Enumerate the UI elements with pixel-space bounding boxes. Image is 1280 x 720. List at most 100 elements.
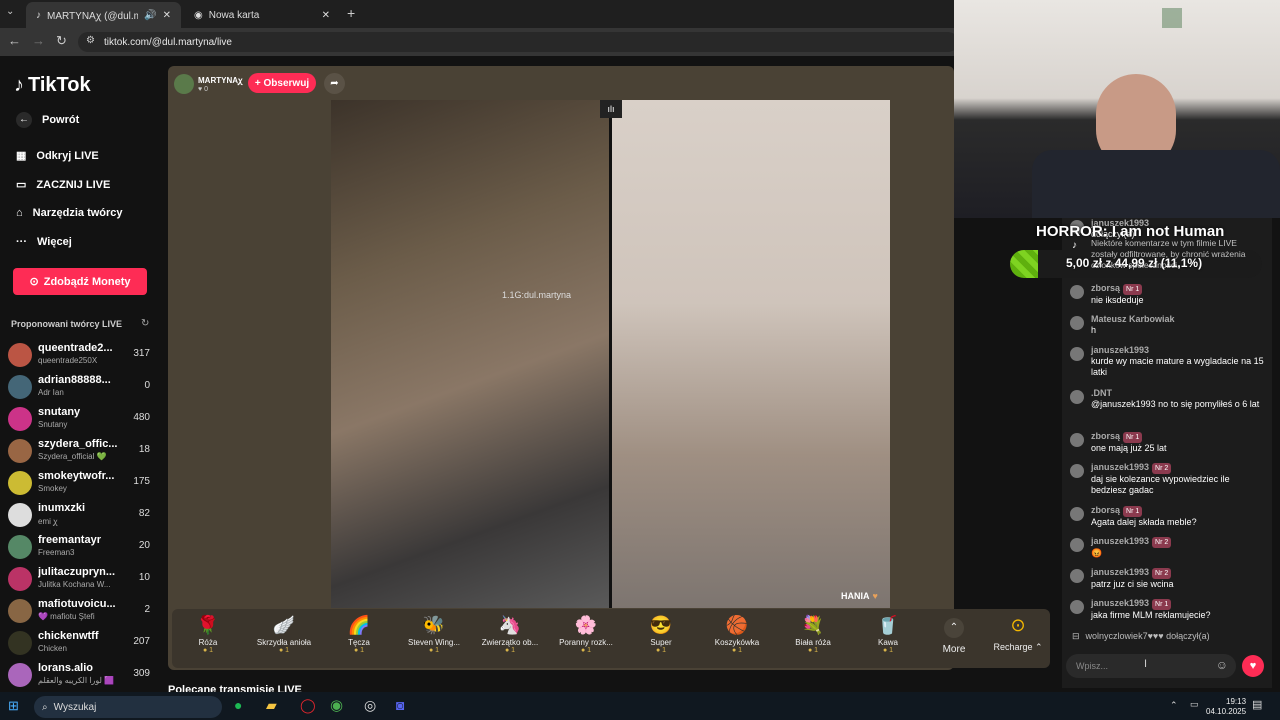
nav-label: Więcej — [37, 236, 72, 248]
host-info[interactable]: MARTYNAꭕ ♥ 0 — [174, 72, 248, 96]
folder-icon[interactable]: ▰ — [266, 697, 277, 714]
back-button[interactable]: ← Powrót — [16, 112, 79, 128]
rank-badge: Nr 1 — [1123, 284, 1143, 295]
avatar[interactable] — [1070, 538, 1084, 552]
chrome-icon[interactable]: ◉ — [330, 696, 343, 714]
windows-start-icon[interactable]: ⊞ — [8, 698, 19, 714]
creator-item[interactable]: adrian88888... Adr Ian 0 — [8, 373, 156, 403]
search-icon: ⌕ — [42, 701, 48, 713]
creator-item[interactable]: chickenwtff Chicken 207 — [8, 629, 156, 659]
gift-item[interactable]: 🌸 Poranny rozk... ● 1 — [550, 614, 622, 664]
tab-new[interactable]: ◉ Nowa karta ✕ — [184, 2, 340, 28]
reload-icon[interactable]: ↻ — [56, 33, 67, 49]
follow-button[interactable]: + Obserwuj — [248, 73, 316, 93]
nav-creator-tools[interactable]: ⌂ Narzędzia twórcy — [16, 207, 123, 219]
avatar[interactable] — [1070, 464, 1084, 478]
back-arrow-icon[interactable]: ← — [8, 33, 21, 48]
search-label: Wyszukaj — [53, 701, 97, 713]
new-tab-icon[interactable]: + — [347, 5, 355, 21]
gift-item[interactable]: 🌈 Tęcza ● 1 — [323, 614, 395, 664]
chat-text: nie iksdeduje — [1091, 295, 1144, 305]
chat-username[interactable]: januszek1993 — [1091, 567, 1149, 577]
creator-item[interactable]: mafiotuvoicu... 💜 mafiotu Ştefi 2 — [8, 597, 156, 627]
gift-cost-value: 1 — [814, 647, 819, 654]
avatar[interactable] — [1070, 569, 1084, 583]
chat-message: januszek1993 Nr 2 patrz juz ci sie wcina — [1070, 567, 1266, 590]
chat-input[interactable]: Wpisz... I ☺ — [1066, 654, 1236, 678]
gift-icon: 💐 — [801, 615, 825, 635]
opera-icon[interactable]: ◯ — [300, 697, 316, 714]
gift-item[interactable]: 💐 Biała róża ● 1 — [777, 614, 849, 664]
chat-username[interactable]: januszek1993 — [1091, 536, 1149, 546]
creator-item[interactable]: freemantayr Freeman3 20 — [8, 533, 156, 563]
creator-item[interactable]: inumxzki emi ꭕ 82 — [8, 501, 156, 531]
chat-username[interactable]: januszek1993 — [1091, 462, 1149, 472]
nav-more[interactable]: ··· Więcej — [16, 236, 72, 248]
gift-item[interactable]: 🏀 Koszykówka ● 1 — [701, 614, 773, 664]
chat-username[interactable]: zborsą — [1091, 505, 1120, 515]
chat-username[interactable]: zborsą — [1091, 431, 1120, 441]
clock[interactable]: 19:13 04.10.2025 — [1206, 697, 1246, 717]
get-coins-button[interactable]: ⊙ Zdobądź Monety — [13, 268, 147, 295]
creator-item[interactable]: julitaczupryn... Julitka Kochana W... 10 — [8, 565, 156, 595]
gift-item[interactable]: 🦄 Zwierzątko ob... ● 1 — [474, 614, 546, 664]
chat-text: kurde wy macie mature a wygladacie na 15… — [1091, 356, 1264, 377]
coin-icon: ⊙ — [1010, 615, 1026, 635]
avatar[interactable] — [1070, 600, 1084, 614]
notifications-icon[interactable]: ▤ — [1252, 698, 1262, 711]
creator-item[interactable]: lorans.alio لورا الكريبه والعقلم 🟪 309 — [8, 661, 156, 691]
gift-item[interactable]: 🥤 Kawa ● 1 — [852, 614, 924, 664]
gift-cost: ● 1 — [248, 647, 320, 654]
gift-item[interactable]: 🪽 Skrzydła anioła ● 1 — [248, 614, 320, 664]
avatar[interactable] — [1070, 390, 1084, 404]
heart-like-icon[interactable]: ♥ — [1242, 655, 1264, 677]
coin-icon: ⊙ — [29, 276, 39, 288]
recharge-button[interactable]: ⊙ Recharge ⌃ — [988, 614, 1048, 664]
tab-close-icon[interactable]: ✕ — [322, 10, 330, 21]
nav-start-live[interactable]: ▭ ZACZNIJ LIVE — [16, 178, 111, 192]
creator-subtitle: لورا الكريبه والعقلم 🟪 — [38, 676, 115, 685]
avatar[interactable] — [1070, 347, 1084, 361]
avatar[interactable] — [1070, 507, 1084, 521]
more-gifts-button[interactable]: ⌃ More — [918, 614, 990, 664]
gift-cost: ● 1 — [777, 647, 849, 654]
chat-username[interactable]: zborsą — [1091, 283, 1120, 293]
tray-chevron-icon[interactable]: ⌃ — [1170, 700, 1178, 711]
gift-item[interactable]: 🐝 Steven Wing... ● 1 — [398, 614, 470, 664]
video-right — [612, 100, 890, 608]
url-input[interactable]: tiktok.com/@dul.martyna/live — [78, 32, 958, 52]
share-icon[interactable]: ➦ — [324, 73, 345, 94]
guest-label[interactable]: HANIA ♥ — [841, 591, 878, 601]
tiktok-logo[interactable]: ♪ TikTok — [14, 74, 91, 97]
creator-item[interactable]: snutany Snutany 480 — [8, 405, 156, 435]
more-label: More — [942, 644, 966, 655]
chat-username[interactable]: .DNT — [1091, 388, 1112, 398]
app-icon[interactable]: ◎ — [364, 697, 376, 714]
refresh-icon[interactable]: ↻ — [141, 318, 149, 329]
chat-username[interactable]: januszek1993 — [1091, 345, 1149, 355]
site-info-icon[interactable]: ⚙ — [86, 35, 95, 46]
gift-item[interactable]: 😎 Super ● 1 — [625, 614, 697, 664]
avatar[interactable] — [1070, 316, 1084, 330]
creator-subtitle: Snutany — [38, 420, 68, 429]
creator-item[interactable]: szydera_offic... Szydera_official 💚 18 — [8, 437, 156, 467]
discord-icon[interactable]: ◙ — [396, 697, 404, 713]
nav-label: ZACZNIJ LIVE — [36, 178, 111, 191]
taskbar-search[interactable]: ⌕ Wyszukaj — [34, 696, 222, 718]
gift-item[interactable]: 🌹 Róża ● 1 — [172, 614, 244, 664]
creator-item[interactable]: queentrade2... queentrade250X 317 — [8, 341, 156, 371]
network-icon[interactable]: ▭ — [1190, 699, 1199, 710]
nav-discover-live[interactable]: ▦ Odkryj LIVE — [16, 149, 99, 163]
avatar[interactable] — [1070, 433, 1084, 447]
avatar[interactable] — [1070, 285, 1084, 299]
tab-martyna[interactable]: ♪ MARTYNAꭕ (@dul.martyna 🔊 ✕ — [26, 2, 181, 28]
emoji-icon[interactable]: ☺ — [1216, 658, 1228, 672]
chat-username[interactable]: Mateusz Karbowiak — [1091, 314, 1175, 324]
forward-arrow-icon[interactable]: → — [32, 33, 45, 48]
tab-list-icon[interactable]: ⌄ — [6, 6, 14, 17]
tab-close-icon[interactable]: ✕ — [163, 10, 171, 21]
spotify-icon[interactable]: ● — [234, 697, 242, 713]
chat-username[interactable]: januszek1993 — [1091, 598, 1149, 608]
chat-text: jaka firme MLM reklamujecie? — [1091, 610, 1211, 620]
creator-item[interactable]: smokeytwofr... Smokey 175 — [8, 469, 156, 499]
